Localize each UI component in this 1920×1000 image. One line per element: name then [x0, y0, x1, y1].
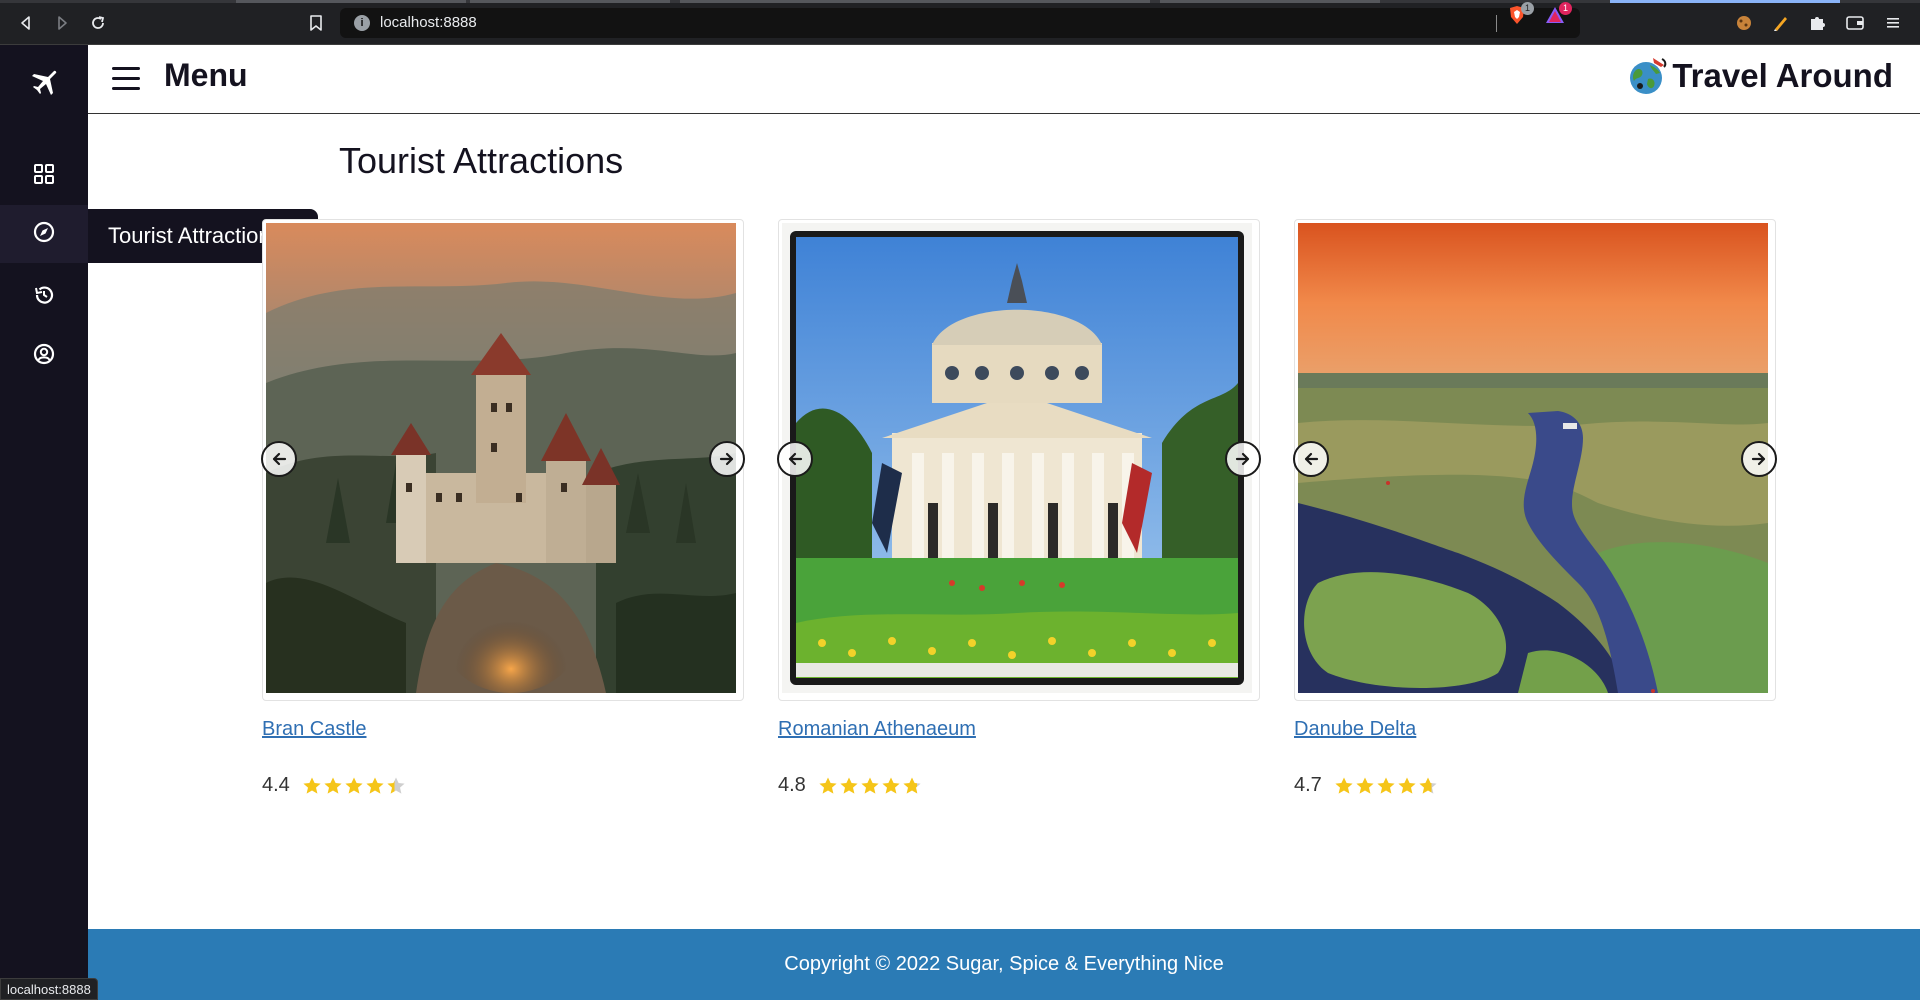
rating: 4.8 — [778, 774, 922, 797]
star-icon — [1335, 777, 1353, 794]
rating: 4.7 — [1294, 774, 1438, 797]
rating: 4.4 — [262, 774, 406, 797]
rewards-badge: 1 — [1559, 2, 1572, 15]
extension-cookie-icon[interactable] — [1733, 12, 1755, 34]
star-rating — [818, 776, 922, 796]
carousel-prev-button[interactable] — [777, 441, 813, 477]
extensions-puzzle-icon[interactable] — [1806, 12, 1828, 34]
tab-strip — [0, 0, 1920, 3]
star-icon — [1377, 777, 1395, 794]
star-icon — [903, 777, 921, 794]
arrow-left-icon — [788, 452, 803, 466]
page-title: Tourist Attractions — [339, 140, 624, 181]
extension-pen-icon[interactable] — [1770, 12, 1792, 34]
site-info-icon[interactable]: i — [354, 15, 370, 31]
brave-rewards-icon[interactable]: 1 — [1544, 2, 1572, 26]
carousel-next-button[interactable] — [1225, 441, 1261, 477]
carousel-prev-button[interactable] — [1293, 441, 1329, 477]
sidebar-item-account[interactable] — [0, 327, 88, 385]
star-icon — [819, 777, 837, 794]
copyright-text: Copyright © 2022 Sugar, Spice & Everythi… — [784, 953, 1224, 975]
carousel-next-button[interactable] — [1741, 441, 1777, 477]
app-sidebar — [0, 45, 88, 1000]
attraction-card: Danube Delta 4.7 — [1293, 219, 1777, 796]
star-icon — [1419, 777, 1437, 794]
card-carousel — [1293, 219, 1777, 701]
attraction-link[interactable]: Danube Delta — [1294, 718, 1416, 741]
bookmark-icon[interactable] — [304, 11, 328, 35]
star-icon — [345, 777, 363, 794]
browser-toolbar: i localhost:8888 1 1 — [0, 0, 1920, 45]
page-footer: Copyright © 2022 Sugar, Spice & Everythi… — [88, 929, 1920, 1000]
star-icon — [840, 777, 858, 794]
brand-logo[interactable]: Travel Around — [1626, 55, 1893, 97]
arrow-left-icon — [272, 452, 287, 466]
back-icon[interactable] — [14, 11, 38, 35]
sidebar-item-tourist-attractions[interactable] — [0, 205, 88, 263]
attraction-image[interactable] — [782, 223, 1252, 693]
carousel-next-button[interactable] — [709, 441, 745, 477]
attraction-image[interactable] — [266, 223, 736, 693]
sidebar-item-history[interactable] — [0, 268, 88, 326]
status-bar-url: localhost:8888 — [0, 978, 98, 1000]
divider — [1496, 15, 1497, 32]
attraction-link[interactable]: Romanian Athenaeum — [778, 718, 976, 741]
star-icon — [1356, 777, 1374, 794]
brand-name: Travel Around — [1672, 57, 1893, 94]
star-icon — [882, 777, 900, 794]
rating-value: 4.8 — [778, 774, 806, 796]
attraction-image[interactable] — [1298, 223, 1768, 693]
compass-icon — [33, 221, 55, 247]
hamburger-menu-icon[interactable] — [112, 67, 140, 91]
browser-menu-icon[interactable] — [1882, 12, 1904, 34]
star-icon — [861, 777, 879, 794]
arrow-left-icon — [1304, 452, 1319, 466]
arrow-right-icon — [719, 452, 734, 466]
brave-shield-icon[interactable]: 1 — [1506, 2, 1534, 26]
grid-icon — [34, 164, 54, 188]
rating-value: 4.7 — [1294, 774, 1322, 796]
menu-title: Menu — [164, 57, 248, 93]
star-icon — [303, 777, 321, 794]
url-text: localhost:8888 — [380, 14, 477, 31]
rating-value: 4.4 — [262, 774, 290, 796]
forward-icon[interactable] — [50, 11, 74, 35]
airplane-icon[interactable] — [26, 65, 62, 101]
history-icon — [33, 284, 55, 310]
card-carousel — [777, 219, 1261, 701]
arrow-right-icon — [1235, 452, 1250, 466]
attraction-card: Bran Castle 4.4 — [261, 219, 745, 796]
reload-icon[interactable] — [86, 11, 110, 35]
address-bar[interactable]: i localhost:8888 1 1 — [340, 2, 1580, 38]
shield-badge: 1 — [1521, 2, 1534, 15]
carousel-prev-button[interactable] — [261, 441, 297, 477]
attraction-card: Romanian Athenaeum 4.8 — [777, 219, 1261, 796]
star-rating — [302, 776, 406, 796]
app-header: Menu Travel Around — [88, 45, 1920, 114]
attraction-link[interactable]: Bran Castle — [262, 718, 367, 741]
card-carousel — [261, 219, 745, 701]
sidebar-item-dashboard[interactable] — [0, 147, 88, 205]
user-circle-icon — [33, 343, 55, 369]
star-icon — [387, 777, 405, 794]
star-icon — [1398, 777, 1416, 794]
star-rating — [1334, 776, 1438, 796]
globe-icon — [1630, 58, 1667, 94]
star-icon — [366, 777, 384, 794]
wallet-icon[interactable] — [1844, 12, 1866, 34]
arrow-right-icon — [1751, 452, 1766, 466]
star-icon — [324, 777, 342, 794]
